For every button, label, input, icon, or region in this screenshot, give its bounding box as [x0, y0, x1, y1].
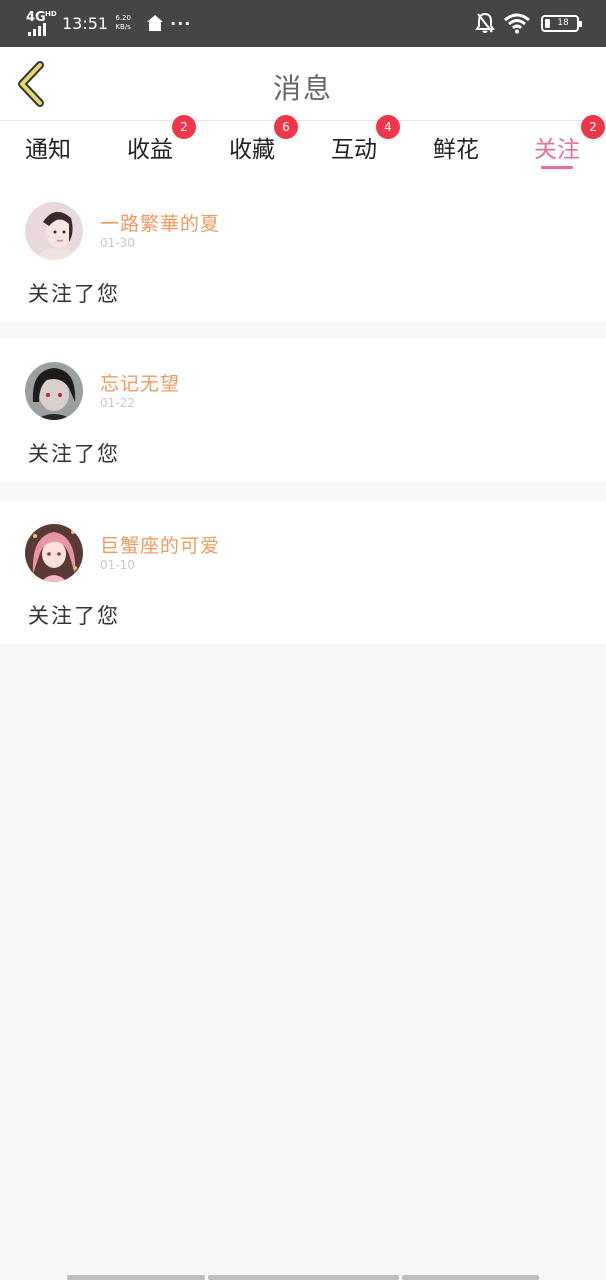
message-time: 01-22 [100, 396, 135, 410]
wifi-icon [504, 13, 530, 34]
tab-label: 收藏 [229, 137, 275, 163]
user-name[interactable]: 忘记无望 [100, 369, 180, 396]
message-text: 关注了您 [28, 442, 120, 466]
status-bar: 4G HD 13:51 6.20 KB/s ··· 18 [0, 0, 606, 47]
tab-favorites[interactable]: 收藏 6 [207, 115, 298, 179]
unread-badge: 2 [581, 115, 605, 139]
tab-bar: 通知 收益 2 收藏 6 互动 4 鲜花 关注 2 [0, 115, 606, 179]
more-notifications-icon: ··· [170, 13, 192, 33]
message-time: 01-30 [100, 236, 135, 250]
tab-flowers[interactable]: 鲜花 [411, 121, 501, 179]
tab-label: 鲜花 [433, 137, 479, 163]
unread-badge: 6 [274, 115, 298, 139]
battery-level: 18 [557, 18, 569, 28]
tab-notifications[interactable]: 通知 [3, 121, 93, 179]
tab-following[interactable]: 关注 2 [512, 115, 605, 179]
list-item[interactable]: 忘记无望 01-22 关注了您 [0, 339, 606, 482]
home-icon [147, 15, 164, 31]
unread-badge: 4 [376, 115, 400, 139]
mute-bell-icon [475, 12, 495, 33]
message-time: 01-10 [100, 558, 135, 572]
tab-earnings[interactable]: 收益 2 [105, 115, 196, 179]
message-text: 关注了您 [28, 604, 120, 628]
tab-interactions[interactable]: 互动 4 [309, 115, 400, 179]
tab-label: 互动 [331, 137, 377, 163]
avatar[interactable] [25, 202, 83, 260]
signal-icon: 4G HD [26, 10, 57, 36]
page-title: 消息 [272, 72, 333, 105]
avatar[interactable] [25, 524, 83, 582]
avatar[interactable] [25, 362, 83, 420]
user-name[interactable]: 一路繁華的夏 [100, 209, 220, 236]
active-tab-indicator [541, 166, 573, 169]
message-text: 关注了您 [28, 282, 120, 306]
speed-value: 6.20 [115, 14, 131, 22]
tab-label: 收益 [127, 137, 173, 163]
header: 消息 [0, 47, 606, 121]
unread-badge: 2 [172, 115, 196, 139]
tab-label: 通知 [25, 137, 71, 163]
gesture-bar-left[interactable] [67, 1275, 205, 1280]
battery-icon: 18 [541, 14, 582, 32]
gesture-bar-center[interactable] [208, 1275, 399, 1280]
speed-unit: KB/s [115, 23, 131, 31]
network-speed: 6.20 KB/s [114, 14, 132, 32]
tab-label: 关注 [534, 137, 580, 163]
user-name[interactable]: 巨蟹座的可爱 [100, 531, 220, 558]
network-hd: HD [45, 10, 57, 18]
gesture-bar-right[interactable] [402, 1275, 539, 1280]
list-item[interactable]: 一路繁華的夏 01-30 关注了您 [0, 179, 606, 322]
list-item[interactable]: 巨蟹座的可爱 01-10 关注了您 [0, 501, 606, 644]
clock: 13:51 [62, 13, 109, 33]
